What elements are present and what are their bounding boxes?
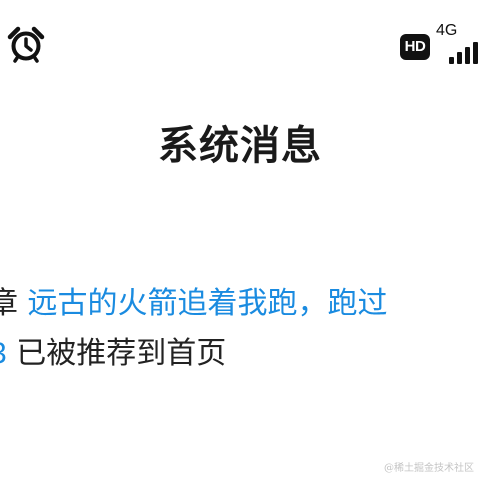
message-line-1: 章 远古的火箭追着我跑，跑过 [0, 284, 388, 324]
network-type-label: 4G [436, 22, 458, 39]
watermark: @稀土掘金技术社区 [384, 463, 474, 474]
hd-voice-icon: HD [400, 34, 430, 60]
screen: HD 4G 系统消息 章 远古的火箭追着我跑，跑过 3 已被推荐到首页 @稀土掘… [0, 0, 480, 480]
article-title-link[interactable]: 远古的火箭追着我跑，跑过 [28, 286, 388, 321]
message-text: 已被推荐到首页 [16, 336, 227, 371]
message-prefix: 章 [0, 286, 18, 321]
signal-strength-icon [448, 42, 478, 64]
message-line-2: 3 已被推荐到首页 [0, 334, 226, 374]
page-title: 系统消息 [158, 123, 322, 169]
alarm-clock-icon [6, 26, 46, 64]
article-title-link-end[interactable]: 3 [0, 337, 7, 370]
